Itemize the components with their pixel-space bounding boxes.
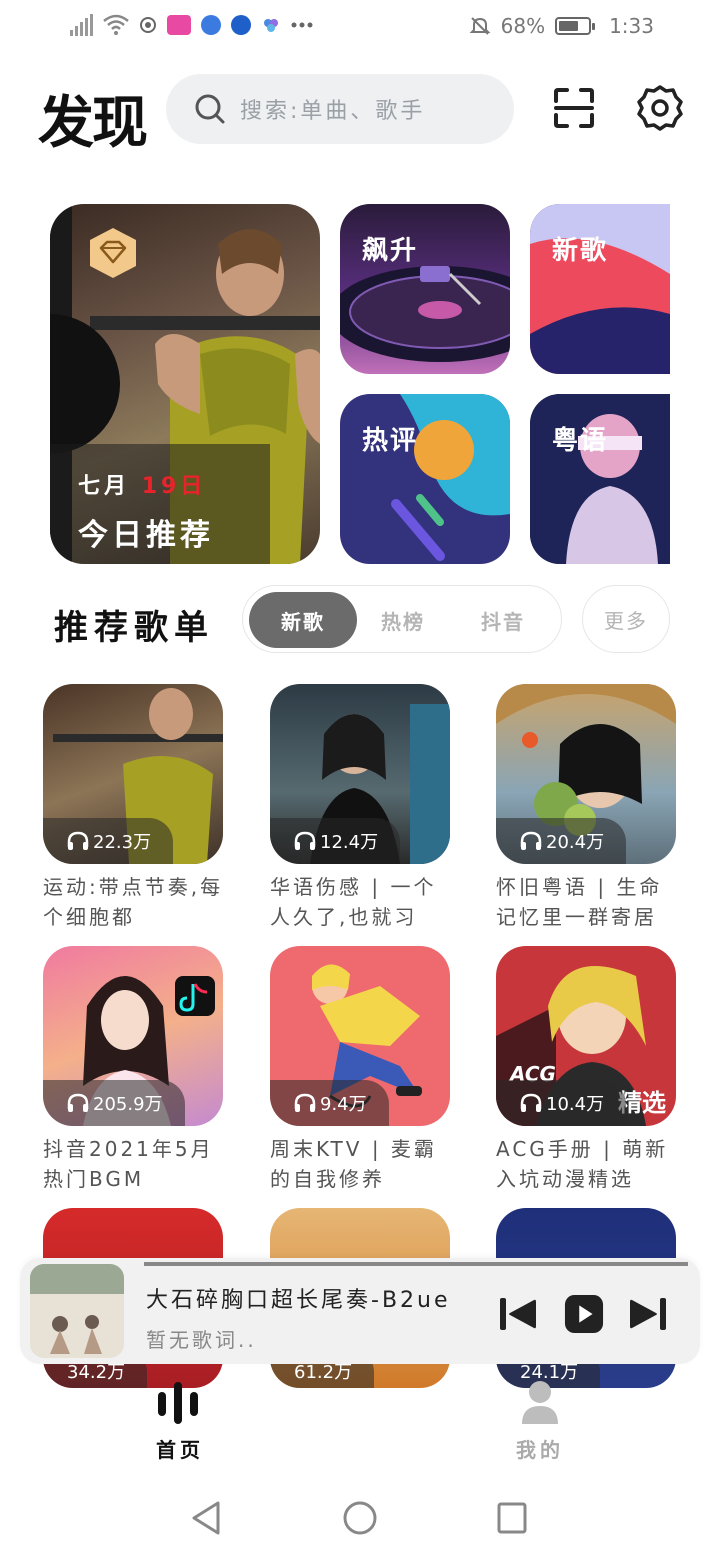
- status-left-icons: [70, 14, 313, 36]
- headphones-icon: [520, 831, 542, 850]
- playlist-cover: 22.3万: [43, 684, 223, 864]
- playlist-cover: 12.4万: [270, 684, 450, 864]
- status-bar: 68% 1:33: [0, 0, 720, 56]
- daily-month: 七月: [78, 474, 131, 499]
- app-notification-icon: [167, 15, 191, 35]
- playback-progress-fill: [144, 1262, 688, 1266]
- playlist-name: ACG手册 | 萌新入坑动漫精选: [496, 1137, 669, 1191]
- cantonese-card[interactable]: 粤语: [530, 394, 670, 564]
- daily-date: 七月 19日: [78, 468, 206, 500]
- headphones-icon: [294, 831, 316, 850]
- home-nav-icon[interactable]: [342, 1500, 378, 1536]
- playlist-name: 运动:带点节奏,每个细胞都: [43, 875, 224, 929]
- wifi-icon: [103, 14, 129, 35]
- next-button[interactable]: [628, 1294, 668, 1334]
- tab-new-songs[interactable]: 新歌: [249, 592, 357, 648]
- playlist-card[interactable]: ACG 精选 10.4万 ACG手册 | 萌新入坑动漫精选: [496, 946, 682, 1194]
- clock: 1:33: [609, 14, 654, 38]
- headphones-icon: [520, 1093, 542, 1112]
- scan-button[interactable]: [546, 80, 602, 136]
- record-icon: [140, 17, 156, 33]
- nav-mine[interactable]: 我的: [480, 1380, 600, 1463]
- card-label-new-songs: 新歌: [552, 236, 609, 266]
- daily-label: 今日推荐: [78, 518, 214, 553]
- playlist-cover: 205.9万: [43, 946, 223, 1126]
- mute-icon: [469, 17, 491, 35]
- playlist-heading: 推荐歌单: [54, 608, 214, 648]
- message-icon: [231, 15, 251, 35]
- playlist-name: 抖音2021年5月热门BGM: [43, 1137, 214, 1191]
- new-songs-card[interactable]: 新歌: [530, 204, 670, 374]
- playlist-tabs: 新歌 热榜 抖音: [242, 585, 562, 653]
- page-title: 发现: [38, 91, 148, 156]
- card-label-cantonese: 粤语: [552, 426, 609, 456]
- playlist-cover: 20.4万: [496, 684, 676, 864]
- recents-nav-icon[interactable]: [496, 1500, 528, 1536]
- play-count: 20.4万: [496, 818, 627, 864]
- play-count: 10.4万: [496, 1080, 627, 1126]
- hot-comments-card[interactable]: 热评: [340, 394, 510, 564]
- previous-button[interactable]: [498, 1294, 538, 1334]
- search-placeholder: 搜索:单曲、歌手: [240, 99, 426, 124]
- album-art[interactable]: [30, 1264, 124, 1358]
- more-icon: [291, 22, 313, 28]
- tab-hot-list[interactable]: 热榜: [349, 592, 457, 648]
- headphones-icon: [67, 1093, 89, 1112]
- playlist-cover: 9.4万: [270, 946, 450, 1126]
- play-count: 22.3万: [43, 818, 174, 864]
- settings-button[interactable]: [632, 80, 688, 136]
- card-label-hot-comments: 热评: [362, 426, 419, 456]
- search-bar[interactable]: 搜索:单曲、歌手: [166, 74, 514, 144]
- playlist-card[interactable]: 9.4万 周末KTV | 麦霸的自我修养: [270, 946, 456, 1194]
- search-icon: [195, 94, 225, 124]
- play-count: 12.4万: [270, 818, 401, 864]
- lyric-line: 暂无歌词..: [146, 1328, 257, 1352]
- nav-home-label: 首页: [156, 1438, 204, 1462]
- browser-icon: [201, 15, 221, 35]
- soaring-chart-card[interactable]: 飙升: [340, 204, 510, 374]
- more-button[interactable]: 更多: [582, 585, 670, 653]
- nav-mine-label: 我的: [516, 1438, 564, 1462]
- play-button[interactable]: [564, 1294, 604, 1334]
- headphones-icon: [67, 831, 89, 850]
- mini-player[interactable]: 大石碎胸口超长尾奏-B2ue 暂无歌词..: [20, 1258, 700, 1364]
- card-label-soaring: 飙升: [362, 236, 419, 266]
- headphones-icon: [294, 1093, 316, 1112]
- scan-icon: [554, 88, 594, 128]
- nav-home[interactable]: 首页: [120, 1380, 240, 1463]
- playlist-card[interactable]: 22.3万 运动:带点节奏,每个细胞都: [43, 684, 229, 932]
- settings-gear-icon: [637, 85, 683, 131]
- user-icon: [522, 1381, 558, 1424]
- playlist-card[interactable]: 205.9万 抖音2021年5月热门BGM: [43, 946, 229, 1194]
- signal-icon: [70, 14, 93, 36]
- playback-progress[interactable]: [144, 1262, 688, 1266]
- battery-icon: [555, 17, 596, 35]
- status-right: 68% 1:33: [469, 14, 654, 38]
- battery-level: [559, 21, 579, 31]
- daily-recommend-card[interactable]: 七月 19日 今日推荐: [50, 204, 320, 564]
- next-icon: [630, 1298, 666, 1330]
- playlist-name: 华语伤感 | 一个人久了,也就习: [270, 875, 437, 929]
- playlist-card[interactable]: 20.4万 怀旧粤语 | 生命记忆里一群寄居: [496, 684, 682, 932]
- playlist-name: 周末KTV | 麦霸的自我修养: [270, 1137, 437, 1191]
- playlist-name: 怀旧粤语 | 生命记忆里一群寄居: [496, 875, 663, 929]
- diamond-icon: [90, 228, 136, 278]
- cloud-icon: [264, 19, 278, 32]
- tab-douyin[interactable]: 抖音: [449, 592, 557, 648]
- previous-icon: [500, 1298, 536, 1330]
- playlist-card[interactable]: 12.4万 华语伤感 | 一个人久了,也就习: [270, 684, 456, 932]
- play-count: 205.9万: [43, 1080, 185, 1126]
- daily-day: 19日: [141, 474, 207, 499]
- playlist-cover: ACG 精选 10.4万: [496, 946, 676, 1126]
- play-count: 9.4万: [270, 1080, 389, 1126]
- back-nav-icon[interactable]: [190, 1500, 222, 1536]
- play-icon: [564, 1294, 604, 1334]
- home-bars-icon: [158, 1382, 198, 1424]
- battery-percent: 68%: [500, 14, 546, 38]
- song-title: 大石碎胸口超长尾奏-B2ue: [146, 1288, 451, 1313]
